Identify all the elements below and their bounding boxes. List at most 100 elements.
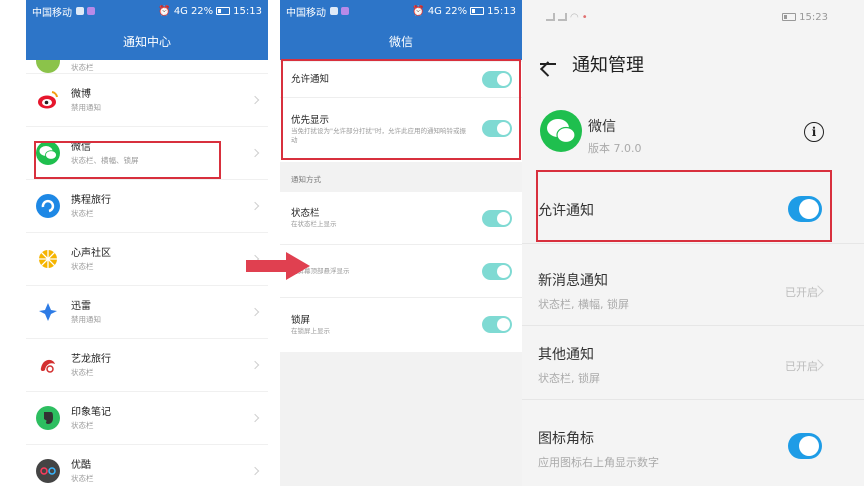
app-subtitle: 状态栏 xyxy=(71,367,94,377)
statusbar-toggle[interactable] xyxy=(482,210,512,227)
game-icon xyxy=(36,60,60,73)
app-info: 微信 版本 7.0.0 i xyxy=(522,96,864,166)
allow-notification-row[interactable]: 允许通知 xyxy=(280,62,522,98)
list-item[interactable]: 艺龙旅行 状态栏 xyxy=(26,339,268,392)
row-subtitle: 状态栏, 横幅, 锁屏 xyxy=(538,298,629,311)
app-subtitle: 状态栏 xyxy=(71,473,94,483)
alarm-icon: ⏰ xyxy=(158,5,171,17)
notification-management-screen: ◠ • 15:23 通知管理 微信 版本 7.0.0 i 允许通知 新消息通知 … xyxy=(522,0,864,486)
app-name: 优酷 xyxy=(71,459,91,471)
row-subtitle: 应用图标右上角显示数字 xyxy=(538,456,659,469)
list-item[interactable]: 状态栏 xyxy=(26,60,268,74)
chevron-right-icon xyxy=(250,95,260,105)
ctrip-icon xyxy=(36,194,60,218)
allow-notification-toggle[interactable] xyxy=(788,196,822,222)
app-name: 艺龙旅行 xyxy=(71,353,111,365)
elong-icon xyxy=(36,353,60,377)
priority-display-toggle[interactable] xyxy=(482,120,512,137)
app-list: 状态栏 微博 禁用通知 微信 状态栏、横幅、锁屏 携程旅行 状态栏 心声社区 状… xyxy=(26,60,268,486)
wifi-icon: ◠ xyxy=(570,11,579,23)
app-version: 版本 7.0.0 xyxy=(588,142,642,155)
row-title: 图标角标 xyxy=(538,431,594,447)
priority-display-desc: 当免打扰设为"允许部分打扰"时，允许此应用的通知响铃或振动 xyxy=(291,126,466,144)
clock: 15:23 xyxy=(799,11,828,23)
app-name: 印象笔记 xyxy=(71,406,111,418)
list-item[interactable]: 心声社区 状态栏 xyxy=(26,233,268,286)
list-item[interactable]: 优酷 状态栏 xyxy=(26,445,268,486)
battery-icon xyxy=(216,7,231,15)
app-name: 迅雷 xyxy=(71,300,91,312)
wechat-icon xyxy=(36,141,60,165)
signal-icon xyxy=(558,13,567,21)
top-settings-card: 允许通知 优先显示 当免打扰设为"允许部分打扰"时，允许此应用的通知响铃或振动 xyxy=(280,62,522,162)
wechat-notification-screen: 中国移动 ⏰ 4G 22% 15:13 微信 允许通知 优先显示 当免打扰设为"… xyxy=(280,0,522,486)
list-item-wechat[interactable]: 微信 状态栏、横幅、锁屏 xyxy=(26,127,268,180)
page-title-text: 微信 xyxy=(388,34,413,49)
banner-toggle[interactable] xyxy=(482,263,512,280)
battery-percent: 22% xyxy=(444,5,468,17)
page-title-text: 通知中心 xyxy=(122,34,171,49)
chevron-right-icon xyxy=(250,360,260,370)
xunlei-icon xyxy=(36,300,60,324)
banner-method-row[interactable]: 在屏幕顶部悬浮显示 xyxy=(280,245,522,298)
tutorial-collage: 中国移动 ⏰ 4G 22% 15:13 通知中心 状态栏 微博 禁用通知 微信 … xyxy=(0,0,864,486)
new-message-notification-row[interactable]: 新消息通知 状态栏, 横幅, 锁屏 已开启 xyxy=(522,252,864,326)
app-subtitle: 状态栏 xyxy=(71,208,94,218)
app-name: 心声社区 xyxy=(71,247,111,259)
priority-display-label: 优先显示 xyxy=(291,114,330,126)
signal-label: 4G xyxy=(173,5,188,17)
methods-card: 状态栏 在状态栏上显示 在屏幕顶部悬浮显示 锁屏 在锁屏上显示 xyxy=(280,192,522,352)
page-title: 微信 xyxy=(280,22,522,60)
info-icon[interactable]: i xyxy=(804,122,824,142)
chevron-right-icon xyxy=(250,201,260,211)
status-bar: 中国移动 ⏰ 4G 22% 15:13 xyxy=(26,0,268,22)
alarm-icon: ⏰ xyxy=(412,5,425,17)
notification-center-screen: 中国移动 ⏰ 4G 22% 15:13 通知中心 状态栏 微博 禁用通知 微信 … xyxy=(26,0,268,486)
signal-label: 4G xyxy=(427,5,442,17)
header: 通知管理 xyxy=(522,36,864,92)
list-item[interactable]: 微博 禁用通知 xyxy=(26,74,268,127)
app-notify-icon xyxy=(341,7,349,15)
app-subtitle: 状态栏 xyxy=(71,63,94,72)
app-subtitle: 状态栏 xyxy=(71,261,94,271)
chevron-right-icon xyxy=(250,148,260,158)
battery-icon xyxy=(470,7,485,15)
icon-badge-row[interactable]: 图标角标 应用图标右上角显示数字 xyxy=(522,410,864,486)
app-subtitle: 禁用通知 xyxy=(71,314,101,324)
row-title: 其他通知 xyxy=(538,347,594,363)
allow-notification-row[interactable]: 允许通知 xyxy=(522,172,864,244)
weibo-icon xyxy=(36,88,60,112)
allow-notification-toggle[interactable] xyxy=(482,71,512,88)
section-label: 通知方式 xyxy=(291,175,321,184)
lockscreen-toggle[interactable] xyxy=(482,316,512,333)
list-item[interactable]: 携程旅行 状态栏 xyxy=(26,180,268,233)
app-name: 微信 xyxy=(588,119,616,135)
battery-icon xyxy=(782,13,797,21)
youku-icon xyxy=(36,459,60,483)
status-bar: 中国移动 ⏰ 4G 22% 15:13 xyxy=(280,0,522,22)
evernote-icon xyxy=(36,406,60,430)
app-notify-icon xyxy=(330,7,338,15)
list-item[interactable]: 迅雷 禁用通知 xyxy=(26,286,268,339)
app-notify-icon xyxy=(76,7,84,15)
chevron-right-icon xyxy=(250,413,260,423)
clock: 15:13 xyxy=(233,5,262,17)
icon-badge-toggle[interactable] xyxy=(788,433,822,459)
allow-notification-label: 允许通知 xyxy=(538,203,594,219)
lockscreen-method-row[interactable]: 锁屏 在锁屏上显示 xyxy=(280,298,522,351)
chevron-right-icon xyxy=(250,466,260,476)
statusbar-method-row[interactable]: 状态栏 在状态栏上显示 xyxy=(280,192,522,245)
other-notification-row[interactable]: 其他通知 状态栏, 锁屏 已开启 xyxy=(522,326,864,400)
carrier-label: 中国移动 xyxy=(286,7,326,19)
app-name: 微信 xyxy=(71,141,91,153)
app-name: 微博 xyxy=(71,88,91,100)
priority-display-row[interactable]: 优先显示 当免打扰设为"允许部分打扰"时，允许此应用的通知响铃或振动 xyxy=(280,98,522,160)
location-icon: • xyxy=(581,11,588,23)
status-bar: ◠ • 15:23 xyxy=(522,6,864,28)
app-notify-icon xyxy=(87,7,95,15)
back-arrow-icon[interactable] xyxy=(538,55,556,73)
clock: 15:13 xyxy=(487,5,516,17)
signal-icon xyxy=(546,13,555,21)
list-item[interactable]: 印象笔记 状态栏 xyxy=(26,392,268,445)
page-title: 通知管理 xyxy=(572,55,644,76)
